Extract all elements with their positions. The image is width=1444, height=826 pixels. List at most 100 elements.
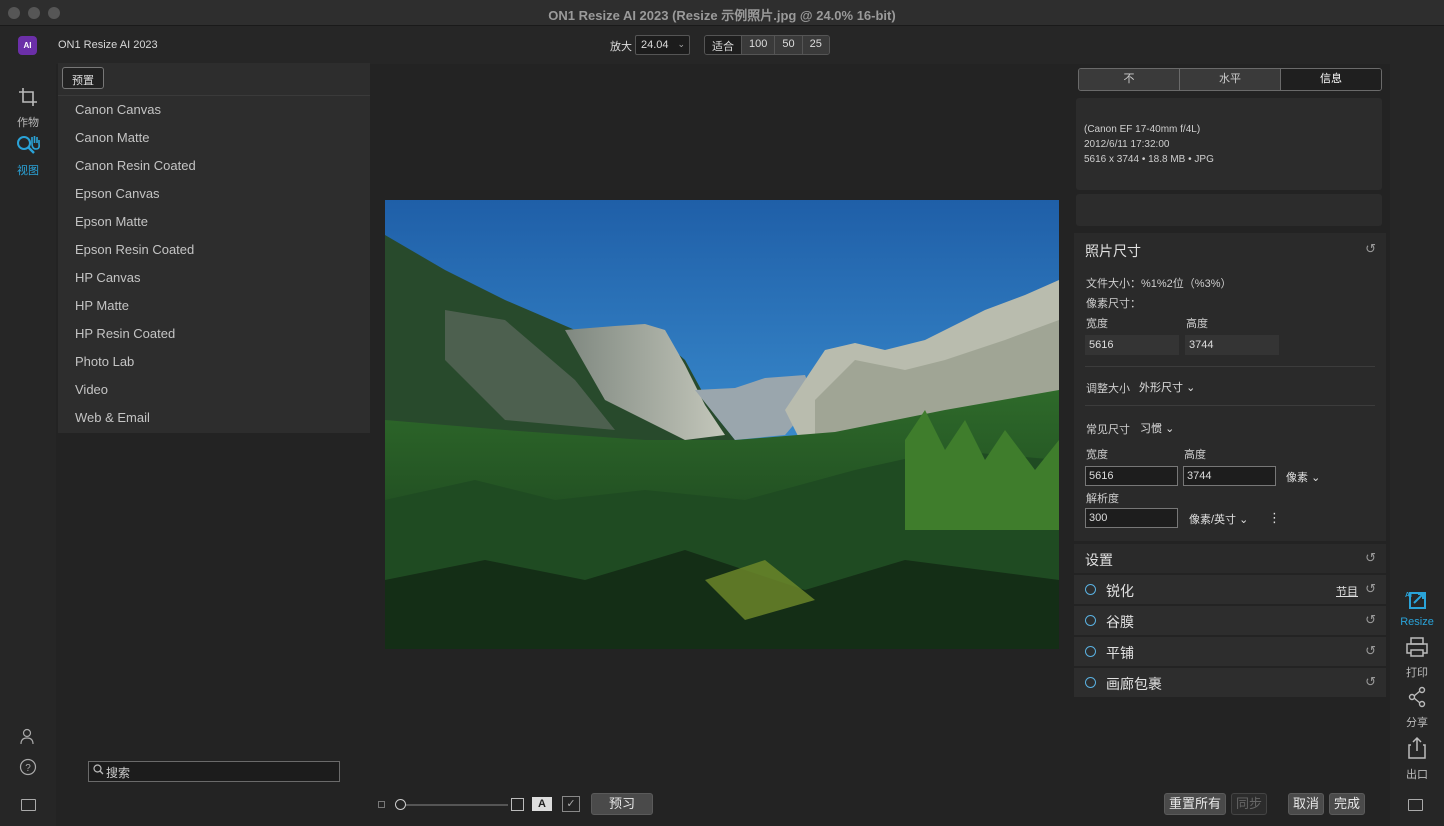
pixel-width-label: 宽度	[1086, 318, 1108, 330]
preset-item[interactable]: Web & Email	[58, 404, 370, 432]
zoom-25-button[interactable]: 25	[801, 36, 829, 54]
presets-panel: 预置 Canon Canvas Canon Matte Canon Resin …	[58, 63, 370, 433]
unit-value: 像素	[1286, 472, 1308, 484]
preset-item[interactable]: Photo Lab	[58, 348, 370, 376]
resize-ai-icon: AI	[1390, 588, 1444, 616]
preset-item[interactable]: HP Canvas	[58, 264, 370, 292]
module-export[interactable]: 出口	[1390, 736, 1444, 782]
settings-reset-icon[interactable]: ↺	[1365, 550, 1376, 566]
window-title: ON1 Resize AI 2023 (Resize 示例照片.jpg @ 24…	[548, 8, 896, 23]
right-module-strip: AI Resize 打印 分享 出口	[1390, 64, 1444, 826]
app-logo-icon: AI	[18, 36, 37, 55]
preset-item[interactable]: Canon Canvas	[58, 96, 370, 124]
tool-view[interactable]: 视图	[0, 134, 56, 178]
reset-icon[interactable]: ↺	[1365, 581, 1376, 597]
preset-item[interactable]: Canon Matte	[58, 124, 370, 152]
preset-item[interactable]: Video	[58, 376, 370, 404]
resize-label: 调整大小	[1086, 383, 1130, 395]
preset-item[interactable]: Epson Resin Coated	[58, 236, 370, 264]
preview-button[interactable]: 预习	[591, 793, 653, 815]
tab-none[interactable]: 不	[1079, 69, 1179, 90]
help-button[interactable]: ?	[0, 758, 56, 782]
common-size-label: 常见尺寸	[1086, 424, 1130, 436]
thumbnail-size-slider[interactable]	[398, 804, 508, 806]
toggle-left-panel-icon[interactable]	[21, 799, 36, 811]
zoom-fit-button[interactable]: 适合	[705, 36, 741, 54]
toggle-circle-icon[interactable]	[1085, 677, 1096, 688]
svg-text:?: ?	[25, 763, 31, 774]
preset-item[interactable]: Epson Matte	[58, 208, 370, 236]
text-overlay-toggle[interactable]: A	[532, 797, 552, 811]
cancel-button[interactable]: 取消	[1288, 793, 1324, 815]
toggle-right-panel-icon[interactable]	[1408, 799, 1423, 811]
height-label: 高度	[1184, 449, 1206, 461]
export-icon	[1390, 736, 1444, 766]
search-icon	[93, 764, 104, 778]
photo-canvas[interactable]	[385, 200, 1059, 649]
landscape-photo	[385, 200, 1059, 649]
resize-mode-dropdown[interactable]: 外形尺寸 ⌄	[1139, 379, 1195, 395]
setting-row-tiling[interactable]: 平铺 ↺	[1074, 637, 1386, 666]
chevron-down-icon: ⌄	[677, 39, 685, 49]
setting-row-film-grain[interactable]: 谷膜 ↺	[1074, 606, 1386, 635]
unit-dropdown[interactable]: 像素 ⌄	[1286, 469, 1320, 485]
module-export-label: 出口	[1406, 769, 1428, 781]
photo-size-reset-icon[interactable]: ↺	[1365, 241, 1376, 257]
thumbnail-large-icon	[511, 798, 524, 811]
module-share[interactable]: 分享	[1390, 686, 1444, 730]
preset-item[interactable]: Canon Resin Coated	[58, 152, 370, 180]
setting-row-gallery-wrap[interactable]: 画廊包裹 ↺	[1074, 668, 1386, 697]
help-icon: ?	[0, 758, 56, 782]
resolution-input[interactable]: 300	[1085, 508, 1178, 528]
toggle-circle-icon[interactable]	[1085, 584, 1096, 595]
account-button[interactable]	[0, 728, 56, 752]
reset-icon[interactable]: ↺	[1365, 643, 1376, 659]
resolution-unit-dropdown[interactable]: 像素/英寸 ⌄	[1189, 511, 1248, 527]
height-input[interactable]: 3744	[1183, 466, 1276, 486]
tab-info[interactable]: 信息	[1280, 69, 1381, 90]
chevron-down-icon: ⌄	[1186, 382, 1196, 394]
reset-icon[interactable]: ↺	[1365, 674, 1376, 690]
common-size-dropdown[interactable]: 习惯 ⌄	[1140, 420, 1174, 436]
search-input[interactable]: 搜索	[88, 761, 340, 782]
module-resize[interactable]: AI Resize	[1390, 588, 1444, 628]
toggle-circle-icon[interactable]	[1085, 615, 1096, 626]
resize-mode-value: 外形尺寸	[1139, 382, 1183, 394]
sharpen-preset-link[interactable]: 节目	[1336, 583, 1358, 599]
presets-button[interactable]: 预置	[62, 67, 104, 89]
tool-view-label: 视图	[17, 165, 39, 177]
settings-title: 设置	[1085, 552, 1113, 568]
preset-item[interactable]: Epson Canvas	[58, 180, 370, 208]
settings-section-header: 设置 ↺	[1074, 544, 1386, 573]
done-button[interactable]: 完成	[1329, 793, 1365, 815]
zoom-50-button[interactable]: 50	[774, 36, 802, 54]
resolution-label: 解析度	[1086, 493, 1119, 505]
app-toolbar: AI ON1 Resize AI 2023 放大 24.04 ⌄ 适合 100 …	[0, 26, 1444, 64]
svg-text:AI: AI	[1405, 592, 1412, 599]
chevron-down-icon: ⌄	[1311, 472, 1321, 484]
sync-button[interactable]: 同步	[1231, 793, 1267, 815]
tool-crop-label: 作物	[17, 117, 39, 129]
width-label: 宽度	[1086, 449, 1108, 461]
pixel-height-value: 3744	[1185, 335, 1279, 355]
zoom-100-button[interactable]: 100	[741, 36, 775, 54]
tool-crop[interactable]: 作物	[0, 86, 56, 130]
width-input[interactable]: 5616	[1085, 466, 1178, 486]
slider-handle[interactable]	[395, 799, 406, 810]
setting-row-sharpen[interactable]: 锐化 节目 ↺	[1074, 575, 1386, 604]
search-placeholder: 搜索	[106, 766, 131, 780]
preset-item[interactable]: HP Matte	[58, 292, 370, 320]
divider	[1085, 366, 1375, 367]
zoom-select[interactable]: 24.04 ⌄	[635, 35, 690, 55]
setting-label: 锐化	[1106, 583, 1134, 599]
preset-item[interactable]: HP Resin Coated	[58, 320, 370, 348]
tab-level[interactable]: 水平	[1179, 69, 1280, 90]
more-options-icon[interactable]: ⋮	[1268, 510, 1281, 526]
reset-icon[interactable]: ↺	[1365, 612, 1376, 628]
checkmark-toggle-icon[interactable]: ✓	[562, 796, 580, 812]
module-print[interactable]: 打印	[1390, 636, 1444, 680]
pixel-height-label: 高度	[1186, 318, 1208, 330]
toggle-circle-icon[interactable]	[1085, 646, 1096, 657]
module-resize-label: Resize	[1400, 616, 1434, 628]
reset-all-button[interactable]: 重置所有	[1164, 793, 1226, 815]
